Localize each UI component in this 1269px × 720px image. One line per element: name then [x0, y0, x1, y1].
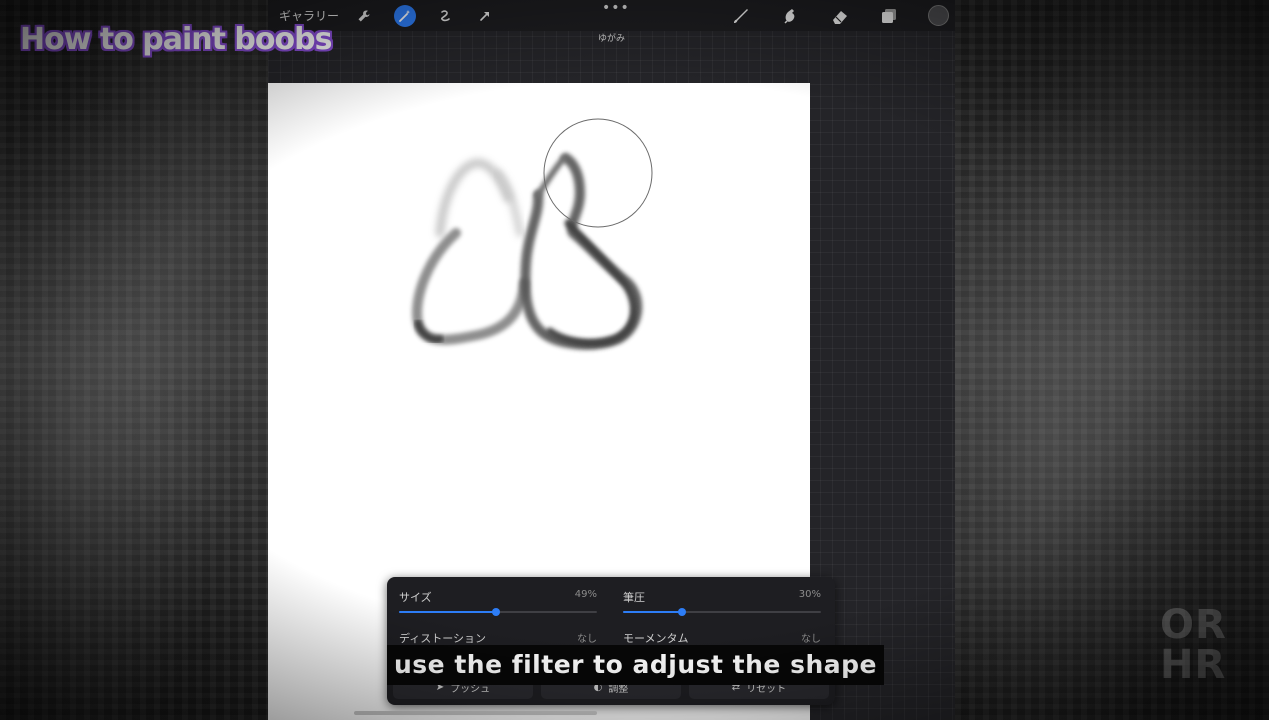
eraser-icon[interactable]: [829, 5, 851, 27]
channel-watermark: OR HR: [1160, 605, 1240, 685]
size-fill: [399, 611, 497, 613]
canvas-scrollbar[interactable]: [354, 711, 597, 715]
watermark-line-2: HR: [1160, 642, 1227, 688]
liquify-settings-panel: サイズ 49% 筆圧 30% ディストーション なし モーメンタム なし ➤ プ…: [387, 577, 835, 705]
video-title: How to paint boobs: [20, 22, 332, 57]
size-track[interactable]: [399, 608, 597, 616]
size-label: サイズ: [399, 591, 432, 604]
momentum-value: なし: [801, 634, 821, 645]
pressure-knob[interactable]: [678, 608, 687, 616]
wrench-icon[interactable]: [353, 5, 375, 27]
stroke-left-shape: [412, 228, 529, 345]
magic-wand-icon[interactable]: [394, 5, 416, 27]
transform-arrow-icon[interactable]: [474, 5, 496, 27]
pressure-fill: [623, 611, 683, 613]
background-city-left: [0, 0, 268, 720]
pressure-value: 30%: [798, 589, 821, 600]
distortion-label: ディストーション: [399, 632, 487, 645]
caption-subtitle: use the filter to adjust the shape: [387, 645, 884, 685]
pressure-label: 筆圧: [623, 591, 645, 604]
momentum-label: モーメンタム: [623, 632, 689, 645]
selection-icon[interactable]: [434, 5, 456, 27]
layers-icon[interactable]: [878, 5, 900, 27]
liquify-mode-label: ゆがみ: [597, 34, 625, 44]
color-picker-swatch[interactable]: [928, 5, 949, 26]
smudge-icon[interactable]: [780, 5, 802, 27]
size-knob[interactable]: [492, 608, 501, 616]
stroke-center-top: [494, 169, 524, 237]
top-toolbar: ギャラリー •••: [268, 0, 955, 31]
stroke-right-top: [535, 155, 567, 198]
size-value: 49%: [574, 589, 597, 600]
brush-icon[interactable]: [730, 5, 752, 27]
distortion-value: なし: [577, 634, 597, 645]
stroke-right-dark: [546, 219, 638, 347]
more-options-icon[interactable]: •••: [602, 0, 630, 16]
watermark-line-1: OR: [1160, 602, 1227, 648]
brush-cursor-circle: [543, 118, 653, 228]
pressure-track[interactable]: [623, 608, 821, 616]
